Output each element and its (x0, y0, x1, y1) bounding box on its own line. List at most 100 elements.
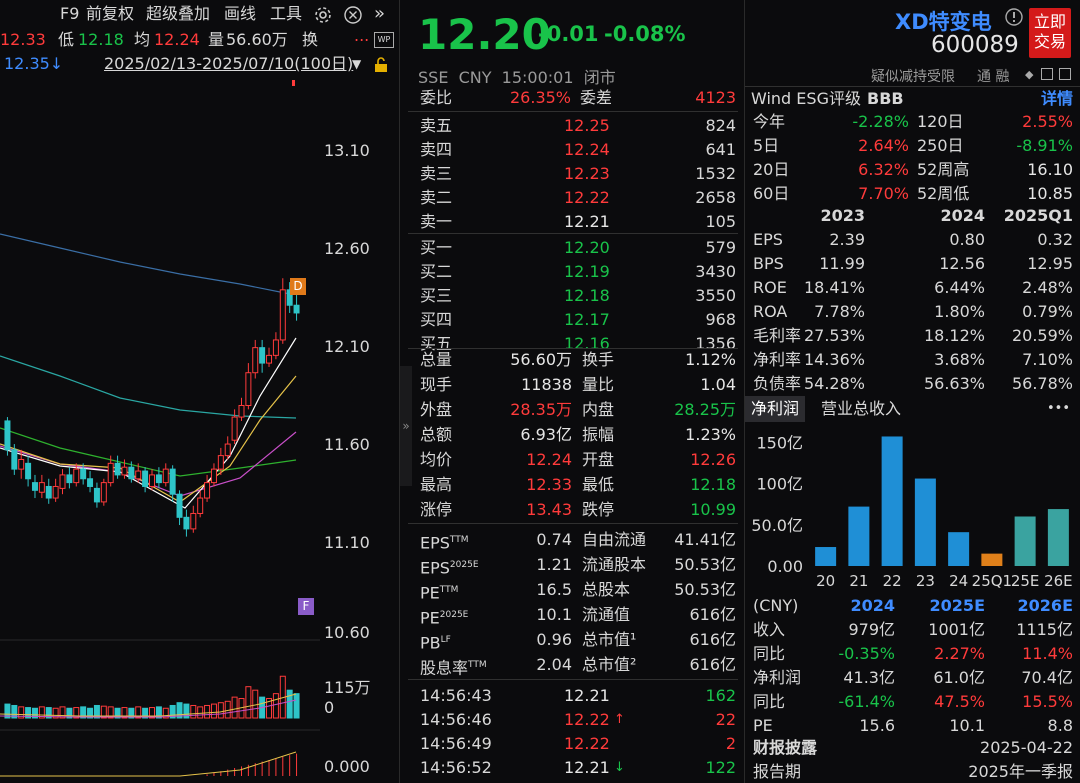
quote-panel: 12.20 -0.01 -0.08% SSE CNY 15:00:01 闭市 委… (402, 0, 742, 783)
bar-25E[interactable] (1014, 516, 1036, 567)
forecast-header: (CNY) 2024 2025E 2026E (745, 594, 1080, 618)
stat-label: 均价 (420, 450, 453, 469)
candle-body (11, 449, 18, 470)
stat-value: 56.60万 (510, 350, 572, 369)
tools-button[interactable]: 工具 (270, 0, 302, 28)
fund-label: PB (420, 633, 441, 653)
tick-volume: 122 (705, 758, 736, 777)
kline-chart[interactable] (0, 76, 320, 783)
triangle-down-icon[interactable]: ▼ (352, 52, 361, 76)
candle-body (31, 482, 38, 491)
perf-value: 2.64% (858, 136, 909, 155)
pin-icon[interactable]: ◆ (1025, 68, 1033, 81)
fin-label: BPS (753, 254, 784, 273)
fund-row: EPSTTM 0.74 自由流通 41.41亿 (402, 528, 742, 552)
bid-price: 12.18 (564, 286, 610, 305)
stat-row: 总额 6.93亿 振幅 1.23% (402, 423, 742, 447)
price-axis: 13.10 12.60 12.10 11.60 11.10 10.60 115万… (318, 76, 400, 783)
divider (408, 233, 738, 234)
candle-body (197, 497, 204, 514)
candle-body (114, 462, 121, 476)
ask-label: 卖二 (420, 188, 453, 207)
candle-body (224, 443, 231, 457)
fin-label: ROE (753, 278, 787, 297)
window-icon[interactable] (1041, 68, 1053, 80)
bar-26E[interactable] (1047, 509, 1069, 566)
tick-volume: 22 (715, 710, 736, 729)
fin-label: 毛利率 (753, 326, 802, 345)
stat-row: 总量 56.60万 换手 1.12% (402, 348, 742, 372)
tick-volume: 2 (725, 734, 736, 753)
stat-value: 1.04 (700, 375, 736, 394)
stat-row: 均价 12.24 开盘 12.26 (402, 448, 742, 472)
tab-revenue[interactable]: 营业总收入 (815, 396, 907, 422)
info-icon[interactable] (1005, 8, 1023, 30)
fund-label-wrap: 股息率TTM (420, 653, 487, 680)
candle-body (52, 485, 59, 499)
forecast-year: 2026E (1017, 596, 1073, 615)
fund-label-sup: LF (440, 635, 451, 645)
forecast-value: 15.5% (1022, 692, 1073, 711)
stat-value: 12.26 (690, 450, 736, 469)
stat-label: 开盘 (582, 450, 615, 469)
volume-bar (286, 689, 293, 719)
marker-d[interactable]: D (290, 278, 306, 295)
more-icon[interactable]: ••• (1041, 396, 1076, 422)
trade-button[interactable]: 立即 交易 (1029, 8, 1071, 58)
esg-detail-link[interactable]: 详情 (1041, 87, 1073, 111)
candle-body (190, 512, 197, 530)
more-dots[interactable]: ... (354, 24, 369, 48)
weibi-label: 委比 (420, 88, 453, 107)
perf-value: 10.85 (1027, 184, 1073, 203)
net-profit-chart: 150亿 100亿 50.0亿 0.00 20 21 22 23 24 25Q125E 26E (751, 433, 1072, 590)
candle-body (142, 470, 149, 487)
bar-20[interactable] (815, 547, 837, 566)
volume-bar (217, 702, 224, 719)
bar-22[interactable] (881, 436, 903, 566)
wp-icon[interactable]: WP (374, 32, 394, 48)
draw-button[interactable]: 画线 (224, 0, 256, 28)
candle-body (238, 404, 245, 418)
tick-time: 14:56:49 (420, 734, 492, 753)
fin-label: EPS (753, 230, 783, 249)
bid-label: 买二 (420, 262, 453, 281)
fin-value: 27.53% (803, 326, 865, 345)
f9-button[interactable]: F9 (60, 0, 79, 28)
fin-value: 14.36% (803, 350, 865, 369)
forecast-value: 61.0亿 (933, 668, 985, 687)
bar-24[interactable] (948, 532, 970, 566)
chart-toolbar: F9 前复权 超级叠加 画线 工具 » (0, 0, 400, 28)
bar-21[interactable] (848, 506, 870, 566)
perf-value: 7.70% (858, 184, 909, 203)
candle-body (59, 474, 66, 489)
fund-value: 616亿 (689, 605, 736, 624)
report-row: 财报披露 2025-04-22 (745, 736, 1080, 760)
stat-value: 13.43 (526, 500, 572, 519)
tab-net-profit[interactable]: 净利润 (745, 396, 806, 422)
double-chevron-right-icon[interactable]: » (374, 0, 385, 28)
bar-25Q1[interactable] (981, 553, 1003, 566)
fin-value: 18.41% (803, 278, 865, 297)
stat-value: 11838 (521, 375, 572, 394)
financials-table: 2023 2024 2025Q1 EPS 2.39 0.80 0.32 BPS 11.99 12.… (745, 204, 1080, 396)
candle-body (66, 474, 73, 484)
fund-label: PE (420, 608, 440, 628)
forecast-label: 同比 (753, 644, 786, 663)
bid-price: 12.20 (564, 238, 610, 257)
fin-value: 0.79% (1022, 302, 1073, 321)
fin-label: 负债率 (753, 374, 802, 393)
fund-row: PETTM 16.5 总股本 50.53亿 (402, 578, 742, 602)
fin-row: EPS 2.39 0.80 0.32 (745, 228, 1080, 252)
bar-23[interactable] (914, 478, 936, 566)
candle-body (169, 468, 176, 495)
forecast-value: 70.4亿 (1021, 668, 1073, 687)
window-icon[interactable] (1059, 68, 1071, 80)
date-range[interactable]: 2025/02/13-2025/07/10(100日) (104, 52, 353, 76)
overlay-button[interactable]: 超级叠加 (146, 0, 210, 28)
fund-value: 2.04 (536, 655, 572, 674)
fund-row: 股息率TTM 2.04 总市值² 616亿 (402, 653, 742, 677)
fuquan-button[interactable]: 前复权 (86, 0, 134, 28)
marker-f[interactable]: F (298, 598, 314, 615)
fin-value: 20.59% (1011, 326, 1073, 345)
fin-value: 0.32 (1037, 230, 1073, 249)
